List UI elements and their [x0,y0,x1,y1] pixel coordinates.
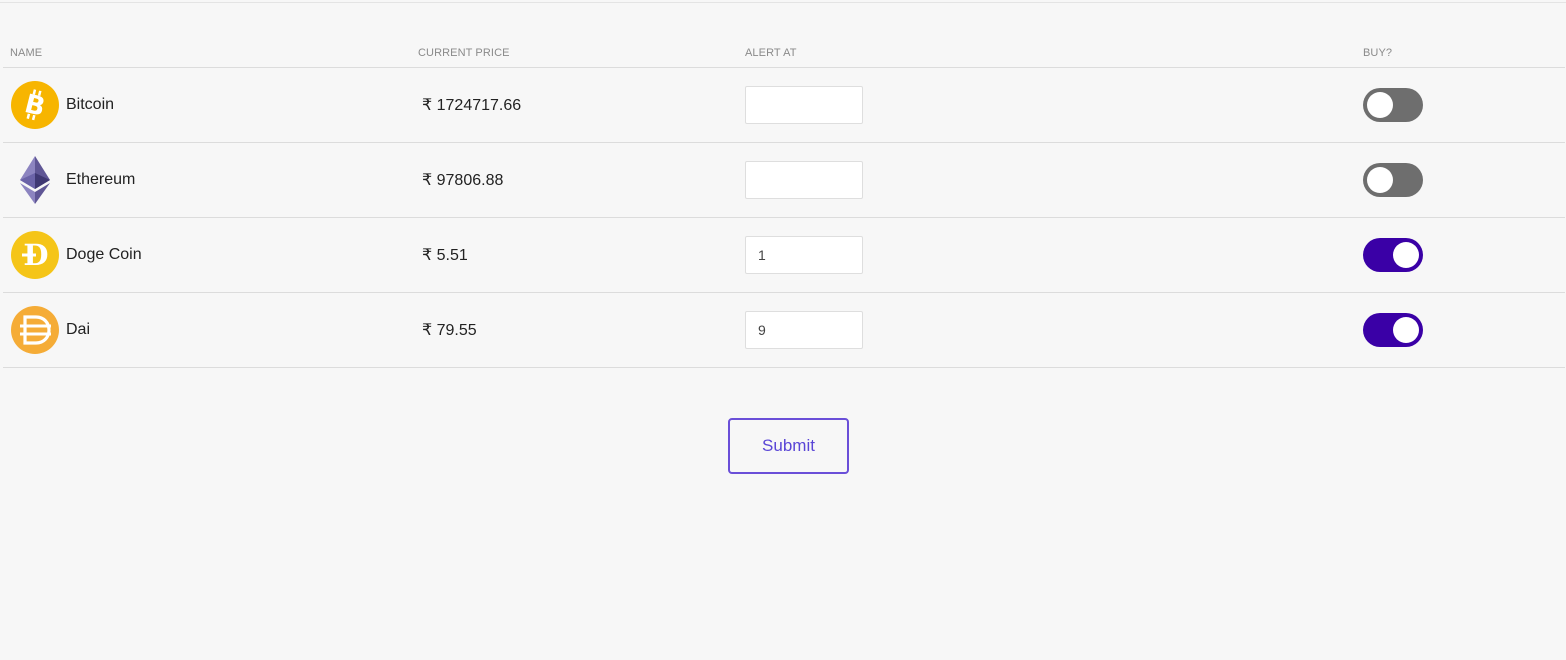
alert-at-input[interactable] [745,311,863,349]
coin-name-cell: D Doge Coin [3,230,411,280]
coin-price: ₹ 5.51 [411,217,745,293]
buy-toggle[interactable] [1363,88,1423,122]
table-header-row: NAME CURRENT PRICE ALERT AT BUY? [3,38,1565,68]
coin-name-cell: B Bitcoin [3,80,411,130]
header-current-price: CURRENT PRICE [411,38,745,68]
header-buy: BUY? [1363,38,1565,68]
toggle-knob [1393,317,1419,343]
coin-price: ₹ 79.55 [411,292,745,368]
bitcoin-icon: B [10,80,60,130]
table-row: Dai ₹ 79.55 [3,292,1565,368]
toggle-knob [1393,242,1419,268]
table-row: Ethereum ₹ 97806.88 [3,142,1565,218]
coin-price: ₹ 97806.88 [411,142,745,218]
dogecoin-icon: D [10,230,60,280]
coin-name-cell: Dai [3,305,411,355]
buy-toggle[interactable] [1363,313,1423,347]
table-row: D Doge Coin ₹ 5.51 [3,217,1565,293]
coin-name: Bitcoin [66,96,115,113]
alert-at-input[interactable] [745,161,863,199]
coins-table: NAME CURRENT PRICE ALERT AT BUY? B Bitco… [3,38,1565,368]
coin-name: Doge Coin [66,246,142,263]
toggle-knob [1367,167,1393,193]
coin-name-cell: Ethereum [3,155,411,205]
coin-price: ₹ 1724717.66 [411,67,745,143]
top-divider [0,2,1566,3]
submit-button[interactable]: Submit [728,418,849,474]
alert-at-input[interactable] [745,236,863,274]
header-alert-at: ALERT AT [745,38,1363,68]
coin-name: Dai [66,321,91,338]
alert-at-input[interactable] [745,86,863,124]
ethereum-icon [10,155,60,205]
table-row: B Bitcoin ₹ 1724717.66 [3,67,1565,143]
toggle-knob [1367,92,1393,118]
buy-toggle[interactable] [1363,163,1423,197]
buy-toggle[interactable] [1363,238,1423,272]
coin-name: Ethereum [66,171,136,188]
dai-icon [10,305,60,355]
header-name: NAME [3,38,411,68]
